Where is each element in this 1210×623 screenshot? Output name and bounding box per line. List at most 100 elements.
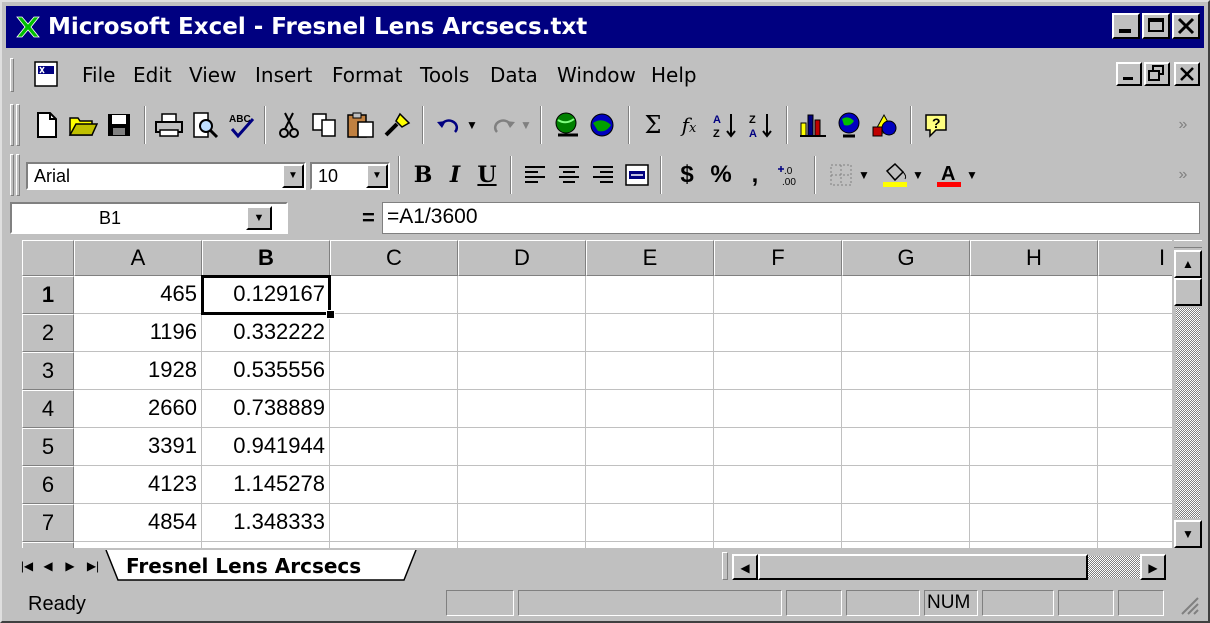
cell-a8[interactable]: 5585 bbox=[74, 542, 202, 548]
font-name-dropdown-button[interactable]: ▼ bbox=[282, 164, 304, 188]
workbook-icon[interactable] bbox=[32, 60, 62, 88]
empty-cell[interactable] bbox=[1098, 504, 1172, 542]
scroll-right-button[interactable]: ▶ bbox=[1140, 554, 1166, 580]
drawing-button[interactable] bbox=[868, 108, 902, 142]
sort-descending-button[interactable]: ZA bbox=[744, 108, 778, 142]
empty-cell[interactable] bbox=[458, 428, 586, 466]
cell-a2[interactable]: 1196 bbox=[74, 314, 202, 352]
row-header[interactable]: 2 bbox=[22, 314, 74, 352]
empty-cell[interactable] bbox=[970, 276, 1098, 314]
resize-grip-icon[interactable] bbox=[1178, 594, 1200, 616]
column-header-d[interactable]: D bbox=[458, 240, 586, 276]
empty-cell[interactable] bbox=[714, 504, 842, 542]
empty-cell[interactable] bbox=[330, 390, 458, 428]
save-button[interactable] bbox=[102, 108, 136, 142]
open-button[interactable] bbox=[66, 108, 100, 142]
empty-cell[interactable] bbox=[970, 504, 1098, 542]
undo-button[interactable] bbox=[432, 108, 466, 142]
empty-cell[interactable] bbox=[970, 466, 1098, 504]
cell-b4[interactable]: 0.738889 bbox=[202, 390, 330, 428]
menu-format[interactable]: Format bbox=[332, 63, 402, 87]
empty-cell[interactable] bbox=[458, 314, 586, 352]
empty-cell[interactable] bbox=[714, 276, 842, 314]
tab-split-handle[interactable] bbox=[722, 552, 728, 580]
scroll-up-button[interactable]: ▲ bbox=[1174, 250, 1202, 278]
empty-cell[interactable] bbox=[842, 314, 970, 352]
empty-cell[interactable] bbox=[842, 504, 970, 542]
empty-cell[interactable] bbox=[970, 428, 1098, 466]
fill-color-dropdown[interactable]: ▼ bbox=[910, 158, 926, 192]
empty-cell[interactable] bbox=[842, 390, 970, 428]
italic-button[interactable]: I bbox=[438, 158, 472, 192]
empty-cell[interactable] bbox=[458, 504, 586, 542]
empty-cell[interactable] bbox=[970, 314, 1098, 352]
close-button[interactable] bbox=[1172, 13, 1200, 39]
borders-dropdown[interactable]: ▼ bbox=[856, 158, 872, 192]
bold-button[interactable]: B bbox=[406, 158, 440, 192]
menu-insert[interactable]: Insert bbox=[255, 63, 312, 87]
name-box[interactable]: B1 ▼ bbox=[10, 202, 288, 234]
row-header[interactable]: 4 bbox=[22, 390, 74, 428]
column-header-c[interactable]: C bbox=[330, 240, 458, 276]
scroll-down-button[interactable]: ▼ bbox=[1174, 520, 1202, 548]
undo-dropdown[interactable]: ▼ bbox=[464, 108, 480, 142]
menu-file[interactable]: File bbox=[82, 63, 115, 87]
fill-color-button[interactable] bbox=[878, 158, 912, 192]
empty-cell[interactable] bbox=[330, 276, 458, 314]
print-preview-button[interactable] bbox=[188, 108, 222, 142]
empty-cell[interactable] bbox=[1098, 428, 1172, 466]
empty-cell[interactable] bbox=[458, 542, 586, 548]
toolbar-grip[interactable] bbox=[10, 104, 14, 146]
name-box-dropdown-button[interactable]: ▼ bbox=[246, 206, 272, 230]
empty-cell[interactable] bbox=[714, 542, 842, 548]
cell-a1[interactable]: 465 bbox=[74, 276, 202, 314]
prev-sheet-button[interactable]: ◀ bbox=[38, 554, 58, 578]
column-header-e[interactable]: E bbox=[586, 240, 714, 276]
empty-cell[interactable] bbox=[1098, 390, 1172, 428]
empty-cell[interactable] bbox=[1098, 314, 1172, 352]
row-header[interactable]: 7 bbox=[22, 504, 74, 542]
doc-close-button[interactable] bbox=[1174, 62, 1200, 86]
cell-a5[interactable]: 3391 bbox=[74, 428, 202, 466]
empty-cell[interactable] bbox=[1098, 542, 1172, 548]
scroll-left-button[interactable]: ◀ bbox=[732, 554, 758, 580]
font-color-button[interactable]: A bbox=[932, 158, 966, 192]
cut-button[interactable] bbox=[272, 108, 306, 142]
office-assistant-button[interactable]: ? bbox=[920, 108, 954, 142]
empty-cell[interactable] bbox=[586, 542, 714, 548]
comma-button[interactable]: , bbox=[738, 158, 772, 192]
map-button[interactable] bbox=[832, 108, 866, 142]
new-button[interactable] bbox=[30, 108, 64, 142]
empty-cell[interactable] bbox=[330, 542, 458, 548]
horizontal-scrollbar[interactable]: ◀ ▶ bbox=[732, 554, 1172, 580]
empty-cell[interactable] bbox=[330, 352, 458, 390]
align-right-button[interactable] bbox=[586, 158, 620, 192]
merge-center-button[interactable] bbox=[620, 158, 654, 192]
currency-button[interactable]: $ bbox=[670, 158, 704, 192]
web-toolbar-button[interactable] bbox=[586, 108, 620, 142]
align-center-button[interactable] bbox=[552, 158, 586, 192]
cell-b5[interactable]: 0.941944 bbox=[202, 428, 330, 466]
horizontal-scroll-thumb[interactable] bbox=[758, 554, 1088, 580]
empty-cell[interactable] bbox=[586, 466, 714, 504]
worksheet-grid[interactable]: ABCDEFGHI 1 465 0.129167 2 1196 0.332222 3 1928… bbox=[22, 240, 1172, 548]
horizontal-scroll-track[interactable] bbox=[1088, 556, 1140, 578]
menu-window[interactable]: Window bbox=[557, 63, 636, 87]
empty-cell[interactable] bbox=[330, 428, 458, 466]
cell-a3[interactable]: 1928 bbox=[74, 352, 202, 390]
row-header[interactable]: 5 bbox=[22, 428, 74, 466]
row-header[interactable]: 8 bbox=[22, 542, 74, 548]
column-header-h[interactable]: H bbox=[970, 240, 1098, 276]
minimize-button[interactable] bbox=[1112, 13, 1140, 39]
empty-cell[interactable] bbox=[970, 352, 1098, 390]
column-header-b[interactable]: B bbox=[202, 240, 330, 276]
redo-dropdown[interactable]: ▼ bbox=[518, 108, 534, 142]
spelling-button[interactable]: ABC bbox=[224, 108, 258, 142]
empty-cell[interactable] bbox=[586, 390, 714, 428]
empty-cell[interactable] bbox=[458, 276, 586, 314]
maximize-button[interactable] bbox=[1142, 13, 1170, 39]
empty-cell[interactable] bbox=[330, 504, 458, 542]
cell-a4[interactable]: 2660 bbox=[74, 390, 202, 428]
menu-data[interactable]: Data bbox=[490, 63, 538, 87]
borders-button[interactable] bbox=[824, 158, 858, 192]
